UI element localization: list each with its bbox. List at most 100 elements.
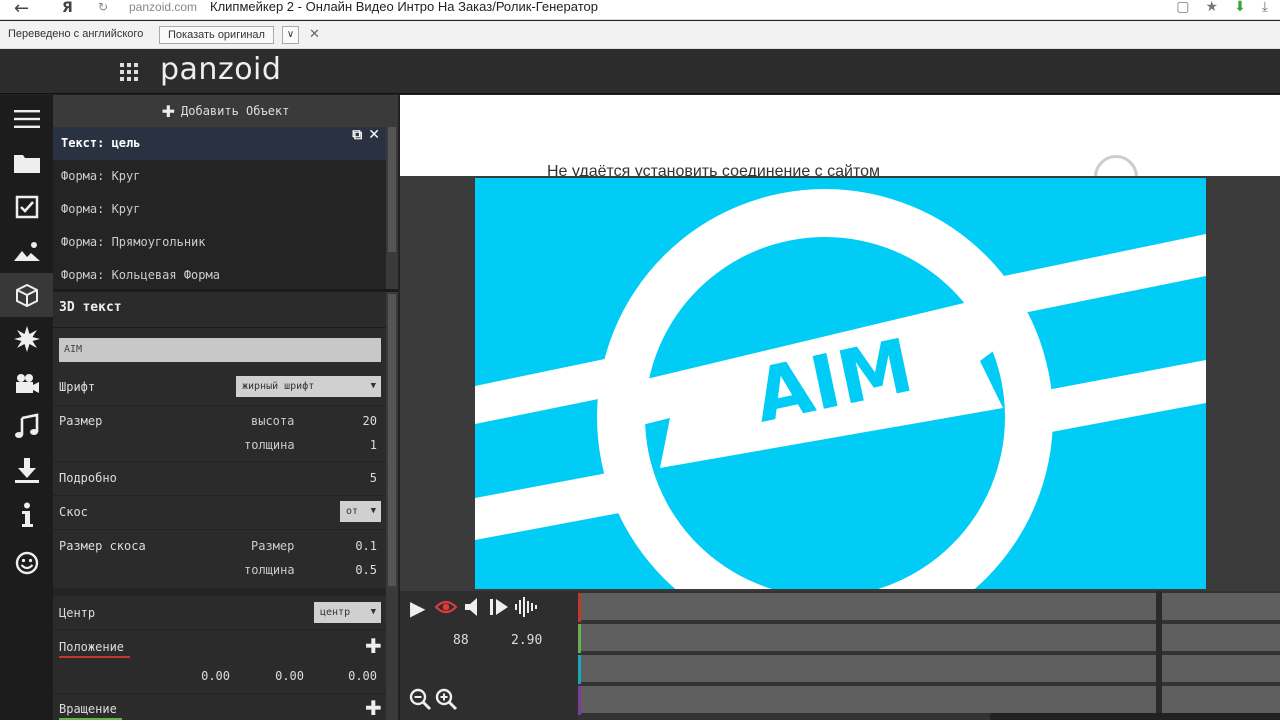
object-list: Текст: цель ⧉ ✕ Форма: Круг Форма: Круг … [53,127,386,292]
bevel-size-label: Размер скоса [59,539,146,553]
add-rotation-keyframe-icon[interactable]: ✚ [365,696,382,720]
track-row[interactable] [578,686,1280,715]
object-panel: ✚ Добавить Объект Текст: цель ⧉ ✕ Форма:… [53,95,398,289]
object-item-text[interactable]: Текст: цель ⧉ ✕ [53,127,386,160]
add-position-keyframe-icon[interactable]: ✚ [365,634,382,658]
chevron-down-icon: ▼ [370,506,376,516]
page-title[interactable]: Клипмейкер 2 - Онлайн Видео Интро На Зак… [210,0,598,14]
properties-panel: 3D текст AIM Шрифт жирный шрифт ▼ Размер … [53,289,398,720]
time-readout: 2.90 [511,633,543,648]
download-icon[interactable]: ⤓ [1262,0,1268,15]
bevel-thickness-value[interactable]: 0.5 [355,563,377,577]
bevel-size-sub: Размер [251,539,295,553]
font-select[interactable]: жирный шрифт ▼ [236,376,381,397]
render-canvas[interactable]: AIM [475,178,1206,589]
cube-icon[interactable] [0,273,53,317]
error-circle-icon [1094,155,1138,176]
thickness-value[interactable]: 1 [370,438,377,452]
back-arrow-icon[interactable]: ← [14,0,29,19]
duplicate-icon[interactable]: ⧉ [352,127,362,143]
bevel-thickness-sub: толщина [244,563,295,577]
translate-options-dropdown[interactable]: ∨ [282,26,299,44]
object-item-label: Форма: Круг [61,202,141,216]
checkbox-icon[interactable] [0,185,53,229]
green-download-icon[interactable]: ⬇ [1234,0,1246,15]
address-domain[interactable]: panzoid.com [129,0,197,14]
zoom-out-icon[interactable] [408,687,432,715]
play-icon[interactable]: ▶ [410,596,425,620]
object-item-label: Форма: Прямоугольник [61,235,206,249]
object-item[interactable]: Форма: Прямоугольник [53,226,386,259]
position-y-value[interactable]: 0.00 [275,669,304,683]
connection-error-text: Не удаётся установить соединение с сайто… [547,163,880,176]
app-header: panzoid [0,49,1280,94]
zoom-in-icon[interactable] [434,687,458,715]
plus-icon: ✚ [161,101,176,121]
font-label: Шрифт [59,380,96,394]
clipboard-icon[interactable]: ▢ [1176,0,1189,15]
thickness-label: толщина [244,438,295,452]
playhead[interactable] [1156,591,1162,720]
burst-icon[interactable] [0,317,53,361]
chevron-down-icon: ▼ [370,607,376,617]
properties-scrollbar[interactable] [386,292,398,720]
add-object-button[interactable]: ✚ Добавить Объект [53,95,398,127]
close-translate-icon[interactable]: ✕ [309,26,320,42]
browser-toolbar: ← Я ↻ panzoid.com Клипмейкер 2 - Онлайн … [0,0,1280,20]
canvas-scene: AIM [475,189,1206,589]
star-icon[interactable]: ★ [1206,0,1219,15]
camera-icon[interactable] [0,361,53,405]
bevel-size-value[interactable]: 0.1 [355,539,377,553]
track-row[interactable] [578,593,1280,622]
download-icon[interactable] [0,449,53,493]
show-original-button[interactable]: Показать оригинал [159,26,274,44]
position-z-value[interactable]: 0.00 [348,669,377,683]
chevron-down-icon: ▼ [370,381,376,391]
timeline: ▶ 88 2.90 [400,591,1280,720]
menu-icon[interactable] [0,97,53,141]
smiley-icon[interactable] [0,541,53,585]
yandex-logo-icon[interactable]: Я [62,0,73,16]
section-title: 3D текст [59,300,122,315]
position-label: Положение [59,640,125,654]
height-value[interactable]: 20 [363,414,377,428]
panzoid-logo[interactable]: panzoid [160,52,281,87]
timeline-scrollbar[interactable] [990,713,1280,720]
object-item-label: Текст: цель [61,136,141,150]
center-label: Центр [59,606,96,620]
volume-icon[interactable] [463,596,481,623]
object-item[interactable]: Форма: Круг [53,193,386,226]
center-select[interactable]: центр ▼ [314,602,381,623]
timeline-controls: ▶ 88 2.90 [400,591,578,720]
bevel-select[interactable]: от ▼ [340,501,381,522]
music-icon[interactable] [0,405,53,449]
object-item[interactable]: Форма: Круг [53,160,386,193]
timeline-tracks[interactable] [578,591,1280,720]
detail-label: Подробно [59,471,117,485]
object-item-label: Форма: Круг [61,169,141,183]
folder-icon[interactable] [0,141,53,185]
text-input[interactable]: AIM [59,338,381,362]
apps-grid-icon[interactable] [120,63,138,81]
waveform-icon[interactable] [513,596,539,623]
object-item[interactable]: Форма: Кольцевая Форма [53,259,386,292]
image-icon[interactable] [0,229,53,273]
eye-icon[interactable] [434,596,458,623]
info-icon[interactable] [0,493,53,537]
reload-icon[interactable]: ↻ [98,0,108,14]
track-row[interactable] [578,624,1280,653]
position-x-value[interactable]: 0.00 [201,669,230,683]
height-label: высота [251,414,295,428]
object-item-label: Форма: Кольцевая Форма [61,268,220,282]
step-forward-icon[interactable] [488,596,510,623]
delete-icon[interactable]: ✕ [368,127,380,143]
track-row[interactable] [578,655,1280,684]
object-list-scrollbar[interactable] [386,127,398,289]
rotation-label: Вращение [59,702,117,716]
browser-actions: ▢ ★ ⬇ ⤓ [1176,0,1268,15]
translate-label: Переведено с английского [8,28,144,40]
detail-value[interactable]: 5 [370,471,377,485]
tool-rail [0,95,53,720]
translate-bar: Переведено с английского Показать оригин… [0,21,1280,49]
size-label: Размер [59,414,103,428]
